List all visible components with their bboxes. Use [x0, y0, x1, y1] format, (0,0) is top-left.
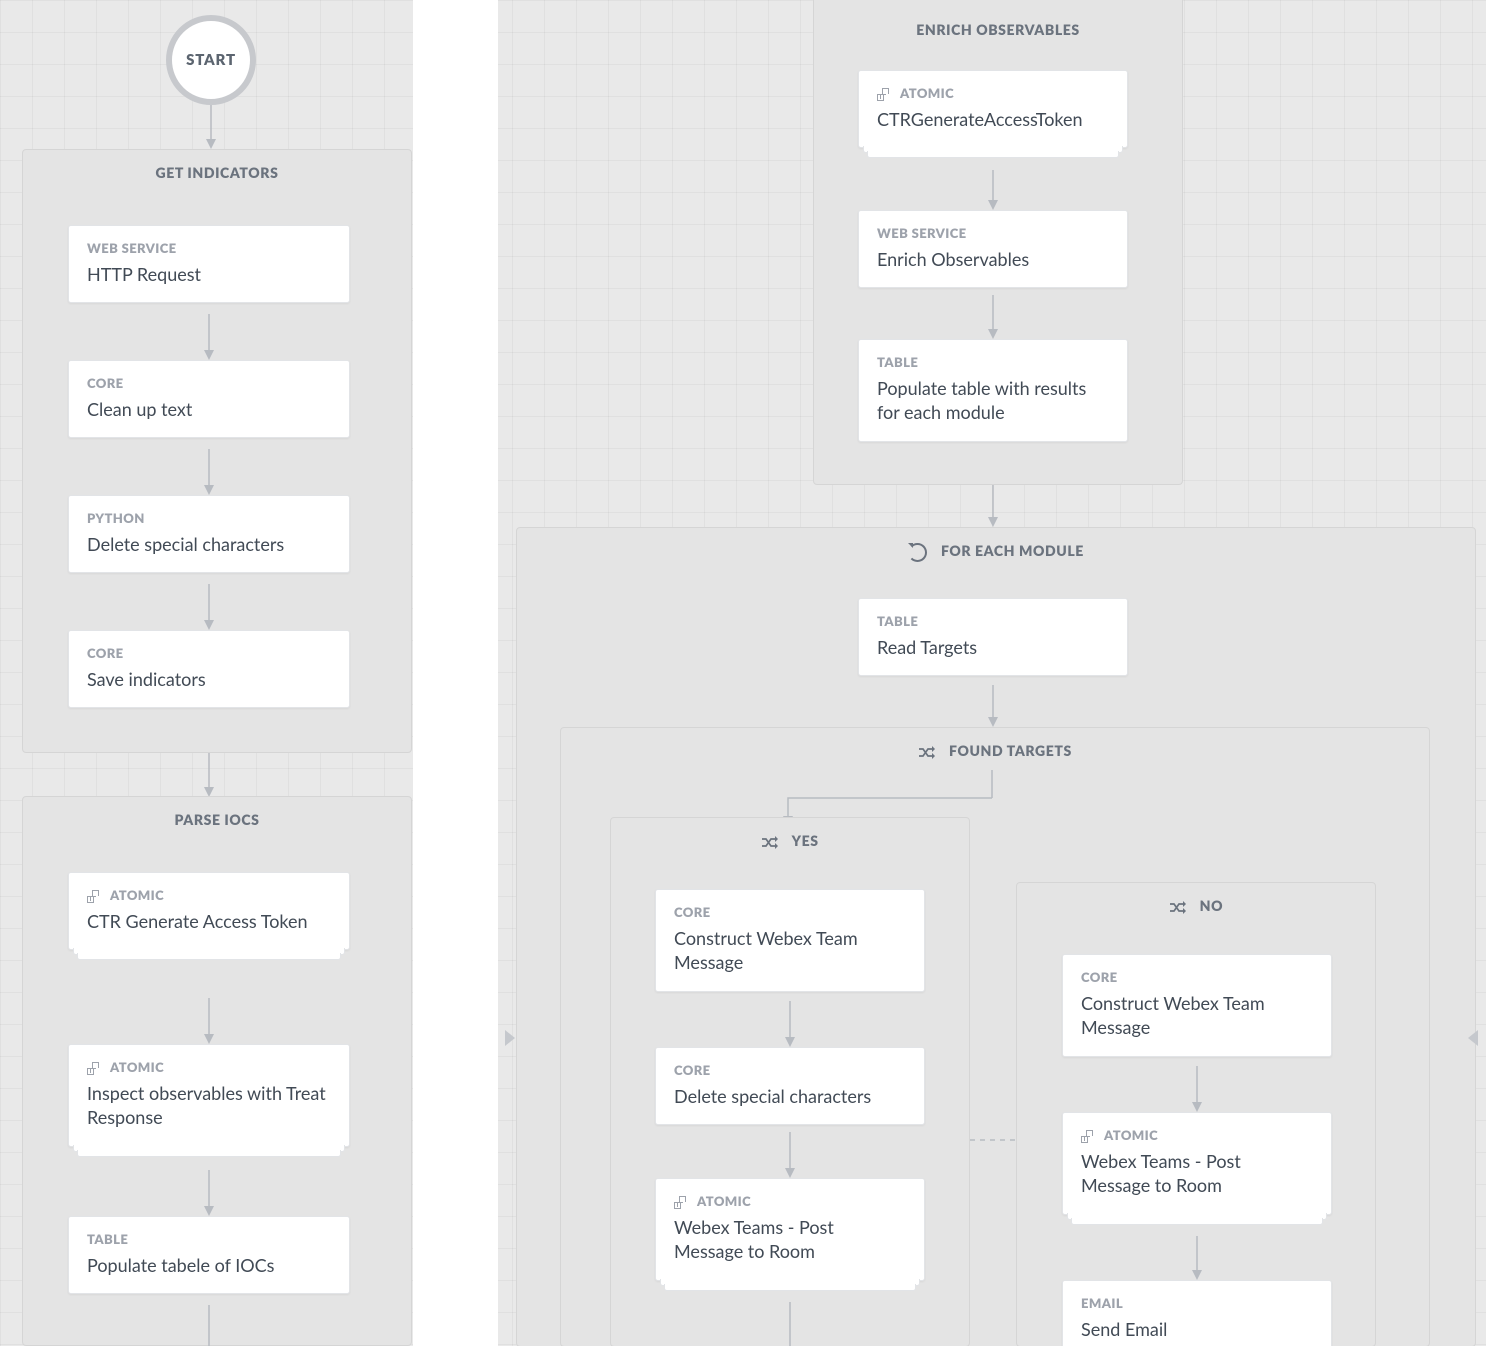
step-no-webex-post[interactable]: ATOMIC Webex Teams - Post Message to Roo… — [1062, 1112, 1332, 1215]
step-yes-construct-message[interactable]: CORE Construct Webex Team Message — [655, 889, 925, 992]
canvas-gap — [413, 0, 498, 1346]
connector — [208, 584, 210, 630]
connector — [992, 295, 994, 339]
pan-left-icon[interactable] — [1468, 1030, 1478, 1046]
step-http-request[interactable]: WEB SERVICE HTTP Request — [68, 225, 350, 303]
step-populate-table-iocs[interactable]: TABLE Populate tabele of IOCs — [68, 1216, 350, 1294]
step-inspect-observables[interactable]: ATOMIC Inspect observables with Treat Re… — [68, 1044, 350, 1147]
step-no-send-email[interactable]: EMAIL Send Email — [1062, 1280, 1332, 1346]
connector — [208, 314, 210, 360]
start-node[interactable]: START — [166, 15, 256, 105]
hierarchy-icon — [877, 88, 892, 101]
connector — [992, 485, 994, 527]
connector — [208, 753, 210, 797]
step-save-indicators[interactable]: CORE Save indicators — [68, 630, 350, 708]
workflow-canvas[interactable]: START GET INDICATORS WEB SERVICE HTTP Re… — [0, 0, 1490, 1346]
connector — [208, 998, 210, 1044]
step-clean-up-text[interactable]: CORE Clean up text — [68, 360, 350, 438]
connector — [210, 105, 212, 149]
canvas-gap — [1486, 0, 1490, 1346]
step-enrich-observables[interactable]: WEB SERVICE Enrich Observables — [858, 210, 1128, 288]
step-no-construct-message[interactable]: CORE Construct Webex Team Message — [1062, 954, 1332, 1057]
step-yes-delete-special-chars[interactable]: CORE Delete special characters — [655, 1047, 925, 1125]
step-populate-table-modules[interactable]: TABLE Populate table with results for ea… — [858, 339, 1128, 442]
shuffle-icon — [1169, 901, 1186, 914]
connector — [789, 1132, 791, 1178]
connector — [789, 1302, 791, 1346]
step-read-targets[interactable]: TABLE Read Targets — [858, 598, 1128, 676]
step-ctr-generate-access-token[interactable]: ATOMIC CTR Generate Access Token — [68, 872, 350, 950]
loop-icon — [908, 543, 927, 562]
hierarchy-icon — [87, 1062, 102, 1075]
connector — [992, 170, 994, 210]
shuffle-icon — [918, 746, 935, 759]
step-ctr-generate-access-token-2[interactable]: ATOMIC CTRGenerateAccessToken — [858, 70, 1128, 148]
connector — [208, 449, 210, 495]
step-delete-special-characters[interactable]: PYTHON Delete special characters — [68, 495, 350, 573]
hierarchy-icon — [1081, 1130, 1096, 1143]
hierarchy-icon — [674, 1196, 689, 1209]
shuffle-icon — [761, 836, 778, 849]
connector — [208, 1305, 210, 1346]
step-yes-webex-post[interactable]: ATOMIC Webex Teams - Post Message to Roo… — [655, 1178, 925, 1281]
connector — [208, 1170, 210, 1216]
connector — [1196, 1236, 1198, 1280]
pan-right-icon[interactable] — [505, 1030, 515, 1046]
connector — [992, 685, 994, 727]
start-label: START — [186, 51, 236, 69]
hierarchy-icon — [87, 890, 102, 903]
connector — [1196, 1066, 1198, 1112]
connector — [789, 1001, 791, 1047]
